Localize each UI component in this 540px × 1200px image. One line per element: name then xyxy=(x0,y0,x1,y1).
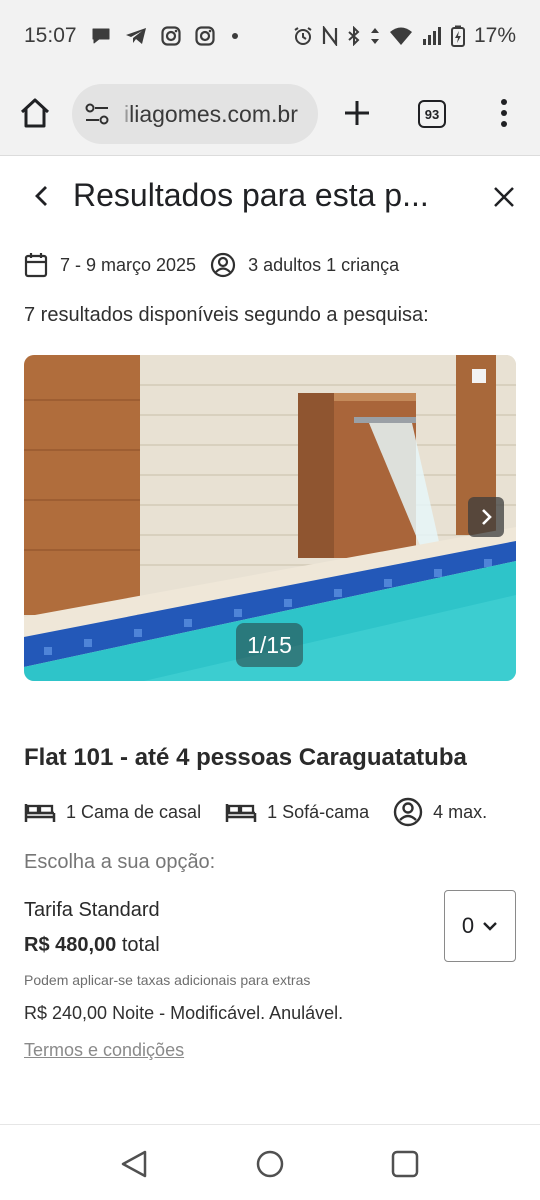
system-nav-bar xyxy=(0,1124,540,1200)
amenity-label: 4 max. xyxy=(433,801,488,822)
alarm-icon xyxy=(293,26,313,46)
bed-icon xyxy=(24,800,56,824)
amenity-label: 1 Sofá-cama xyxy=(267,801,370,822)
person-circle-icon xyxy=(210,252,236,278)
gallery-next-button[interactable] xyxy=(468,497,504,537)
search-guests: 3 adultos 1 criança xyxy=(248,254,400,275)
instagram-icon xyxy=(160,26,181,46)
choose-option-label: Escolha a sua opção: xyxy=(24,851,216,873)
back-button[interactable] xyxy=(30,181,54,211)
amenities-row: 1 Cama de casal 1 Sofá-cama 4 max. xyxy=(24,796,487,828)
nfc-icon xyxy=(322,26,338,46)
nav-home-button[interactable] xyxy=(255,1149,285,1184)
bed-icon xyxy=(225,800,257,824)
browser-toolbar: iliagomes.com.br 93 xyxy=(0,72,540,156)
photo-gallery[interactable]: 1/15 xyxy=(24,355,516,681)
battery-icon xyxy=(450,25,465,47)
amenity-sofa-bed: 1 Sofá-cama xyxy=(225,800,369,824)
plus-icon xyxy=(345,101,369,125)
new-tab-button[interactable] xyxy=(340,96,374,130)
calendar-icon xyxy=(24,252,48,278)
status-time: 15:07 xyxy=(24,24,77,47)
gallery-counter: 1/15 xyxy=(236,623,303,667)
quantity-select[interactable]: 0 xyxy=(444,890,516,962)
chevron-left-icon xyxy=(35,186,47,206)
address-bar[interactable]: iliagomes.com.br xyxy=(72,84,318,144)
terms-link[interactable]: Termos e condições xyxy=(24,1040,184,1061)
triangle-back-icon xyxy=(121,1150,147,1178)
battery-percent: 17% xyxy=(473,24,516,47)
person-icon xyxy=(393,797,423,827)
home-button[interactable] xyxy=(18,96,52,130)
results-count: 7 resultados disponíveis segundo a pesqu… xyxy=(24,304,429,326)
amenity-label: 1 Cama de casal xyxy=(66,801,202,822)
dot-icon xyxy=(229,30,241,42)
site-settings-icon[interactable] xyxy=(84,101,110,127)
chevron-right-icon xyxy=(482,509,492,525)
square-recents-icon xyxy=(391,1150,419,1178)
wifi-icon xyxy=(389,26,413,46)
listing-title: Flat 101 - até 4 pessoas Caraguatatuba xyxy=(24,744,467,771)
browser-menu-button[interactable] xyxy=(490,96,518,130)
nav-recents-button[interactable] xyxy=(390,1149,420,1184)
amenity-double-bed: 1 Cama de casal xyxy=(24,800,201,824)
more-vert-icon xyxy=(501,99,507,127)
close-icon xyxy=(494,187,514,207)
amenity-max-guests: 4 max. xyxy=(393,797,487,827)
close-button[interactable] xyxy=(491,184,517,210)
home-icon xyxy=(20,98,50,128)
page-header: Resultados para esta p... xyxy=(0,157,540,237)
nightly-rate: R$ 240,00 Noite - Modificável. Anulável. xyxy=(24,1003,344,1023)
url-text: iliagomes.com.br xyxy=(124,100,298,127)
quantity-value: 0 xyxy=(461,913,475,938)
chat-bubble-icon xyxy=(91,27,111,45)
search-summary: 7 - 9 março 2025 3 adultos 1 criança xyxy=(24,252,399,278)
status-bar: 15:07 17% xyxy=(0,0,540,72)
rate-name: Tarifa Standard xyxy=(24,899,160,921)
circle-home-icon xyxy=(256,1150,284,1178)
rate-price: R$ 480,00 total xyxy=(24,934,160,956)
bluetooth-icon xyxy=(347,26,361,46)
search-dates: 7 - 9 março 2025 xyxy=(60,254,197,275)
nav-back-button[interactable] xyxy=(119,1149,149,1184)
instagram-icon xyxy=(194,26,215,46)
signal-icon xyxy=(422,26,442,46)
chevron-down-icon xyxy=(483,922,497,931)
telegram-icon xyxy=(125,27,147,45)
tab-count: 93 xyxy=(424,106,440,122)
page-title: Resultados para esta p... xyxy=(73,177,429,213)
tab-switcher-button[interactable]: 93 xyxy=(418,100,446,128)
taxes-note: Podem aplicar-se taxas adicionais para e… xyxy=(24,972,311,988)
data-arrows-icon xyxy=(370,26,380,46)
